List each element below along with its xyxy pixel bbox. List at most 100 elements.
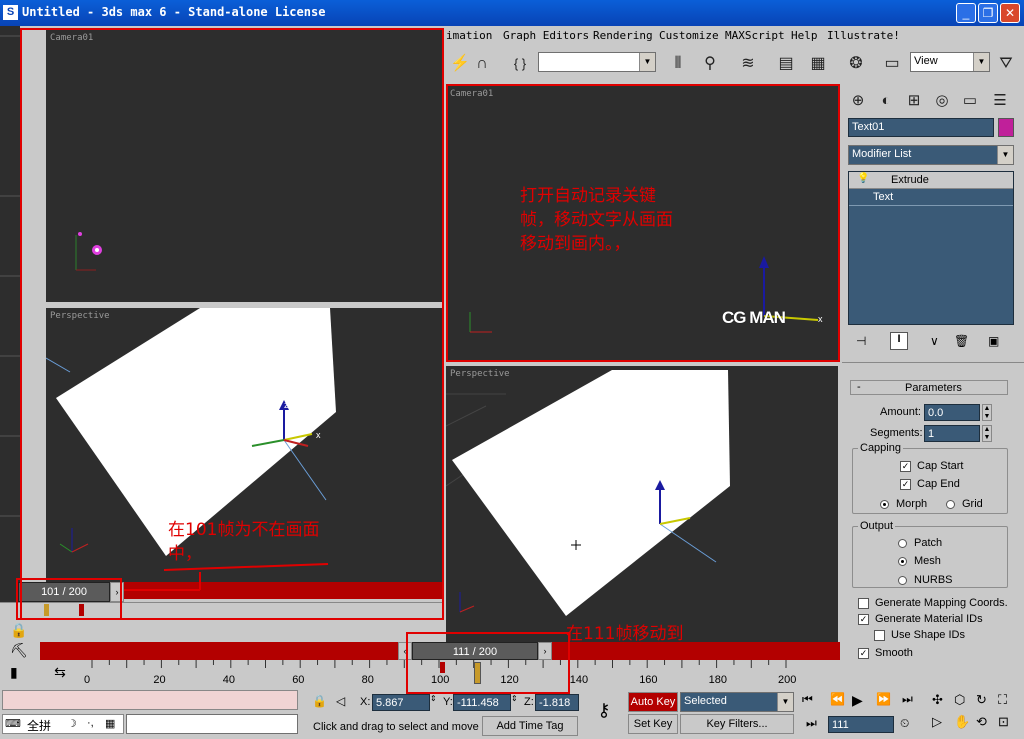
script-tool-icon[interactable]: ▮ xyxy=(10,664,18,681)
menu-illustrate[interactable]: Illustrate! xyxy=(827,29,900,42)
remove-modifier-icon[interactable]: 🗑 xyxy=(954,334,969,348)
go-to-end-icon[interactable]: ⏭ xyxy=(902,692,913,707)
key-filter-selection-combo[interactable]: Selected ▼ xyxy=(680,692,794,712)
ime-punct-icon[interactable]: ·, xyxy=(87,717,94,729)
gen-material-checkbox[interactable]: ✓ xyxy=(858,614,869,625)
lightbulb-icon[interactable]: 💡 xyxy=(857,173,869,184)
nurbs-radio[interactable] xyxy=(898,576,907,585)
menu-graph-editors[interactable]: Graph Editors xyxy=(503,29,589,42)
object-color-swatch[interactable] xyxy=(998,118,1014,137)
zoom-all-icon[interactable]: ⬡ xyxy=(954,692,965,708)
material-editor-icon[interactable]: ❂ xyxy=(844,52,868,76)
y-coordinate-field[interactable]: -111.458 xyxy=(453,694,511,711)
ime-icon[interactable]: ⌨ xyxy=(5,717,21,730)
render-type-combo[interactable]: View ▼ xyxy=(910,52,990,72)
ime-keyboard-icon[interactable]: ▦ xyxy=(105,717,115,730)
maxscript-listener-pink[interactable] xyxy=(2,690,298,710)
close-button[interactable]: ✕ xyxy=(1000,3,1020,23)
magnet-icon[interactable]: ∩ xyxy=(470,52,494,76)
fov-icon[interactable]: ⊡ xyxy=(998,714,1009,730)
curve-editor-icon[interactable]: ▤ xyxy=(774,52,798,76)
z-coordinate-field[interactable]: -1.818 xyxy=(535,694,579,711)
bind-space-warp-icon[interactable]: ⚡ xyxy=(448,52,472,76)
use-shape-ids-checkbox[interactable] xyxy=(874,630,885,641)
cap-start-checkbox[interactable]: ✓ xyxy=(900,461,911,472)
mirror-icon[interactable]: ⫴ xyxy=(666,52,690,76)
menu-maxscript[interactable]: MAXScript xyxy=(725,29,785,42)
absolute-mode-icon[interactable]: ◁ xyxy=(336,694,345,708)
stack-item-extrude[interactable]: 💡 Extrude xyxy=(849,172,1013,189)
go-to-start-icon[interactable]: ⏮ xyxy=(802,692,813,707)
mesh-radio[interactable] xyxy=(898,557,907,566)
modifier-stack[interactable]: 💡 Extrude Text xyxy=(848,171,1014,325)
current-frame-field[interactable]: 111 xyxy=(828,716,894,733)
align-icon[interactable]: ⚲ xyxy=(698,52,722,76)
grid-radio[interactable] xyxy=(946,500,955,509)
schematic-view-icon[interactable]: ▦ xyxy=(806,52,830,76)
create-tab-icon[interactable]: ⊕ xyxy=(846,90,870,112)
amount-input[interactable]: 0.0 xyxy=(924,404,980,421)
y-spinner[interactable]: ⇕ xyxy=(511,694,518,703)
zoom-icon[interactable]: ✣ xyxy=(932,692,943,708)
make-unique-icon[interactable]: ∨ xyxy=(930,334,939,348)
set-key-button[interactable]: Set Key xyxy=(628,714,678,734)
render-scene-icon[interactable]: ▭ xyxy=(880,52,904,76)
display-tab-icon[interactable]: ▭ xyxy=(958,90,982,112)
next-frame-icon[interactable]: ⏩ xyxy=(876,692,891,706)
x-spinner[interactable]: ⇕ xyxy=(430,694,437,703)
selection-lock-icon[interactable]: 🔒 xyxy=(312,694,327,708)
hierarchy-tab-icon[interactable]: ⊞ xyxy=(902,90,926,112)
menu-rendering[interactable]: Rendering xyxy=(593,29,653,42)
motion-tab-icon[interactable]: ◎ xyxy=(930,90,954,112)
minimize-button[interactable]: _ xyxy=(956,3,976,23)
render-tool-icon[interactable]: ⛏ xyxy=(10,642,28,659)
auto-key-button[interactable]: Auto Key xyxy=(628,692,678,712)
segments-input[interactable]: 1 xyxy=(924,425,980,442)
pin-stack-icon[interactable]: ⊣ xyxy=(856,334,866,348)
collapse-icon[interactable]: - xyxy=(857,381,861,393)
parameters-rollout-header[interactable]: - Parameters xyxy=(850,380,1008,395)
app-icon[interactable]: S xyxy=(3,5,18,20)
pan-icon[interactable]: ✋ xyxy=(954,714,970,730)
amount-spinner[interactable]: ▲ ▼ xyxy=(982,404,992,421)
smooth-checkbox[interactable]: ✓ xyxy=(858,648,869,659)
ime-bar[interactable]: ⌨ 全拼 ☽ ·, ▦ xyxy=(2,714,124,734)
maxscript-listener-white[interactable] xyxy=(126,714,298,734)
ime-moon-icon[interactable]: ☽ xyxy=(67,717,77,730)
orbit-icon[interactable]: ⟲ xyxy=(976,714,987,730)
cap-end-checkbox[interactable]: ✓ xyxy=(900,479,911,490)
dolly-icon[interactable]: ▷ xyxy=(932,714,942,730)
configure-modifier-sets-icon[interactable]: ▣ xyxy=(988,334,999,348)
lock-tool-icon[interactable]: 🔒 xyxy=(10,622,27,639)
menu-animation[interactable]: imation xyxy=(446,29,492,42)
layer-manager-icon[interactable]: ≋ xyxy=(736,52,760,76)
menu-help[interactable]: Help xyxy=(791,29,818,42)
menu-customize[interactable]: Customize xyxy=(659,29,719,42)
restore-button[interactable]: ❐ xyxy=(978,3,998,23)
object-name-field[interactable]: Text01 xyxy=(848,118,994,137)
key-filters-button[interactable]: Key Filters... xyxy=(680,714,794,734)
add-time-tag-button[interactable]: Add Time Tag xyxy=(482,716,578,736)
segments-spinner[interactable]: ▲ ▼ xyxy=(982,425,992,442)
key-mode-icon[interactable]: ⏭ xyxy=(806,716,817,731)
modifier-list-combo[interactable]: Modifier List ▼ xyxy=(848,145,1014,165)
previous-frame-icon[interactable]: ⏪ xyxy=(830,692,845,706)
x-coordinate-field[interactable]: 5.867 xyxy=(372,694,430,711)
play-icon[interactable]: ▶ xyxy=(852,692,863,709)
mini-curve-editor-icon[interactable]: ⇆ xyxy=(50,664,70,684)
modify-tab-icon[interactable]: ◐ xyxy=(874,90,898,112)
patch-radio[interactable] xyxy=(898,539,907,548)
gen-mapping-checkbox[interactable] xyxy=(858,598,869,609)
time-config-icon[interactable]: ⏲ xyxy=(900,716,909,731)
show-end-result-icon[interactable]: I xyxy=(890,332,908,350)
quick-render-icon[interactable]: ⛛ xyxy=(994,52,1018,76)
morph-radio[interactable] xyxy=(880,500,889,509)
perspective-viewport[interactable]: Perspective xyxy=(446,366,838,642)
set-key-icon[interactable]: ⚷ xyxy=(588,700,620,726)
arc-rotate-icon[interactable]: ↻ xyxy=(976,692,987,708)
named-selection-icon[interactable]: { } xyxy=(508,52,532,76)
maximize-viewport-icon[interactable]: ⛶ xyxy=(998,692,1007,708)
named-selection-combo[interactable]: ▼ xyxy=(538,52,656,72)
stack-item-text[interactable]: Text xyxy=(849,189,1013,206)
utilities-tab-icon[interactable]: ☰ xyxy=(988,90,1012,112)
